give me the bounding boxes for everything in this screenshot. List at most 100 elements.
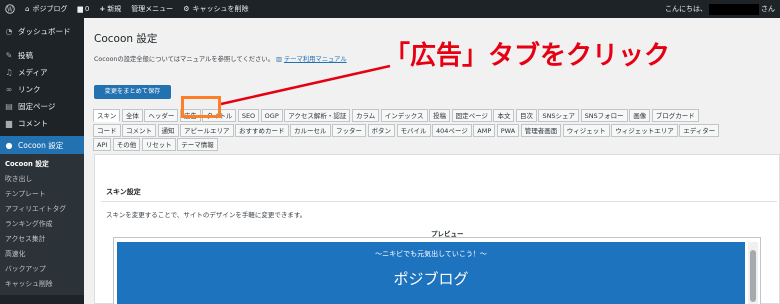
pin-icon: ✎ xyxy=(5,51,13,60)
tab-pwa[interactable]: PWA xyxy=(496,124,520,137)
sidebar-item-label: Cocoon 設定 xyxy=(18,140,64,150)
sidebar-item-posts[interactable]: ✎ 投稿 xyxy=(0,47,84,64)
tab-admin-screen[interactable]: 管理者画面 xyxy=(520,124,562,137)
panel-divider xyxy=(101,201,777,202)
submenu-item-cocoon-settings[interactable]: Cocoon 設定 xyxy=(0,157,84,172)
tab-buttons[interactable]: ボタン xyxy=(367,124,395,137)
account-menu[interactable]: こんにちは、 さん xyxy=(660,0,780,18)
sidebar-item-label: メディア xyxy=(18,68,48,77)
cache-clear-label: キャッシュを削除 xyxy=(192,5,249,13)
sidebar-item-pages[interactable]: ▤ 固定ページ xyxy=(0,98,84,115)
sidebar-item-media[interactable]: ♫ メディア xyxy=(0,64,84,81)
comment-bubble-icon: ▆ xyxy=(77,5,83,13)
tab-blog-card[interactable]: ブログカード xyxy=(651,109,699,122)
panel-description: スキンを変更することで、サイトのデザインを手軽に変更できます。 xyxy=(106,211,307,219)
tab-editor[interactable]: エディター xyxy=(679,124,720,137)
home-icon: ⌂ xyxy=(25,5,30,13)
tab-column[interactable]: カラム xyxy=(351,109,380,122)
panel-title: スキン設定 xyxy=(106,188,141,196)
tab-theme-info[interactable]: テーマ情報 xyxy=(177,138,218,151)
cache-clear-link[interactable]: ⚙ キャッシュを削除 xyxy=(178,0,253,18)
tab-row-2: コード コメント 通知 アピールエリア おすすめカード カルーセル フッター ボ… xyxy=(93,124,721,137)
tab-recommended-cards[interactable]: おすすめカード xyxy=(235,124,289,137)
wordpress-logo-icon[interactable]: W xyxy=(0,0,20,18)
manual-link[interactable]: テーマ利用マニュアル xyxy=(284,56,347,63)
cocoon-submenu: Cocoon 設定 吹き出し テンプレート アフィリエイトタグ ランキング作成 … xyxy=(0,154,84,295)
tab-analytics[interactable]: アクセス解析・認証 xyxy=(284,109,351,122)
tab-widgets[interactable]: ウィジェット xyxy=(562,124,610,137)
admin-bar: W ⌂ ポジブログ ▆ 0 + 新規 管理メニュー ⚙ キャッシュを削除 こんに… xyxy=(0,0,780,18)
tab-appeal-area[interactable]: アピールエリア xyxy=(180,124,234,137)
tab-row-3: API その他 リセット テーマ情報 xyxy=(93,138,219,151)
comments-link[interactable]: ▆ 0 xyxy=(72,0,94,18)
tab-toc[interactable]: 目次 xyxy=(515,109,537,122)
svg-text:W: W xyxy=(7,6,14,13)
sidebar-item-label: 投稿 xyxy=(18,51,33,60)
tab-posts[interactable]: 投稿 xyxy=(429,109,451,122)
tab-404[interactable]: 404ページ xyxy=(432,124,472,137)
tab-comment[interactable]: コメント xyxy=(122,124,156,137)
tab-api[interactable]: API xyxy=(93,138,112,151)
preview-tagline: 〜ニキビでも元気出していこう！〜 xyxy=(375,250,487,258)
sidebar-item-comments[interactable]: ▆ コメント xyxy=(0,115,84,132)
page-title: Cocoon 設定 xyxy=(94,33,158,45)
site-name-link[interactable]: ⌂ ポジブログ xyxy=(20,0,72,18)
media-icon: ♫ xyxy=(5,68,13,77)
cocoon-icon: ● xyxy=(5,140,13,150)
dashboard-icon: ◔ xyxy=(5,27,13,36)
preview-scrollbar-thumb[interactable] xyxy=(750,250,756,302)
tab-reset[interactable]: リセット xyxy=(141,138,176,151)
new-content-link[interactable]: + 新規 xyxy=(94,0,126,18)
submenu-item-templates[interactable]: テンプレート xyxy=(0,187,84,202)
preview-site-header: 〜ニキビでも元気出していこう！〜 ポジブログ xyxy=(117,242,745,304)
tab-image[interactable]: 画像 xyxy=(629,109,651,122)
tab-footer[interactable]: フッター xyxy=(332,124,366,137)
sidebar-item-dashboard[interactable]: ◔ ダッシュボード xyxy=(0,23,84,40)
admin-menu-label: 管理メニュー xyxy=(131,5,174,13)
skin-settings-panel: スキン設定 スキンを変更することで、サイトのデザインを手軽に変更できます。 プレ… xyxy=(94,154,780,304)
submenu-item-cache-delete[interactable]: キャッシュ削除 xyxy=(0,277,84,292)
tab-carousel[interactable]: カルーセル xyxy=(290,124,331,137)
sidebar-item-label: リンク xyxy=(18,85,41,94)
tab-index[interactable]: インデックス xyxy=(380,109,428,122)
redacted-username xyxy=(709,3,759,15)
tab-mobile[interactable]: モバイル xyxy=(396,124,431,137)
page-icon: ▤ xyxy=(5,102,13,111)
submenu-item-backup[interactable]: バックアップ xyxy=(0,262,84,277)
submenu-item-access-stats[interactable]: アクセス集計 xyxy=(0,232,84,247)
tab-all[interactable]: 全体 xyxy=(121,109,143,122)
tab-header[interactable]: ヘッダー xyxy=(144,109,179,122)
sidebar-item-cocoon-settings[interactable]: ● Cocoon 設定 xyxy=(0,136,84,154)
submenu-item-speedup[interactable]: 高速化 xyxy=(0,247,84,262)
submenu-item-balloons[interactable]: 吹き出し xyxy=(0,172,84,187)
sidebar-item-label: 固定ページ xyxy=(18,102,56,111)
tab-ogp[interactable]: OGP xyxy=(260,109,283,122)
greeting-text: こんにちは、 xyxy=(665,5,707,13)
comment-icon: ▆ xyxy=(5,119,13,128)
submenu-item-affiliate-tags[interactable]: アフィリエイトタグ xyxy=(0,202,84,217)
tab-skin[interactable]: スキン xyxy=(93,109,121,122)
tab-sns-follow[interactable]: SNSフォロー xyxy=(580,109,628,122)
submenu-item-ranking[interactable]: ランキング作成 xyxy=(0,217,84,232)
annotation-label: 「広告」タブをクリック xyxy=(384,41,671,71)
plus-icon: + xyxy=(99,5,106,13)
tab-seo[interactable]: SEO xyxy=(237,109,260,122)
tab-code[interactable]: コード xyxy=(93,124,121,137)
settings-description: Cocoonの設定全般についてはマニュアルを参照してください。 ▥ テーマ利用マ… xyxy=(94,54,347,63)
skin-preview-frame[interactable]: 〜ニキビでも元気出していこう！〜 ポジブログ xyxy=(113,237,761,304)
tab-widget-area[interactable]: ウィジェットエリア xyxy=(611,124,678,137)
tab-amp[interactable]: AMP xyxy=(473,124,496,137)
admin-menu-link[interactable]: 管理メニュー xyxy=(126,0,178,18)
tab-body[interactable]: 本文 xyxy=(493,109,515,122)
annotation-highlight-box xyxy=(181,96,221,118)
tab-other[interactable]: その他 xyxy=(112,138,141,151)
tab-pages[interactable]: 固定ページ xyxy=(451,109,492,122)
site-name: ポジブログ xyxy=(32,5,68,13)
tab-notice[interactable]: 通知 xyxy=(157,124,179,137)
new-label: 新規 xyxy=(107,5,122,13)
comments-count: 0 xyxy=(84,5,90,13)
sidebar-item-links[interactable]: ∞ リンク xyxy=(0,81,84,98)
save-all-button[interactable]: 変更をまとめて保存 xyxy=(94,85,171,99)
preview-scrollbar[interactable] xyxy=(748,242,758,304)
tab-sns-share[interactable]: SNSシェア xyxy=(538,109,580,122)
